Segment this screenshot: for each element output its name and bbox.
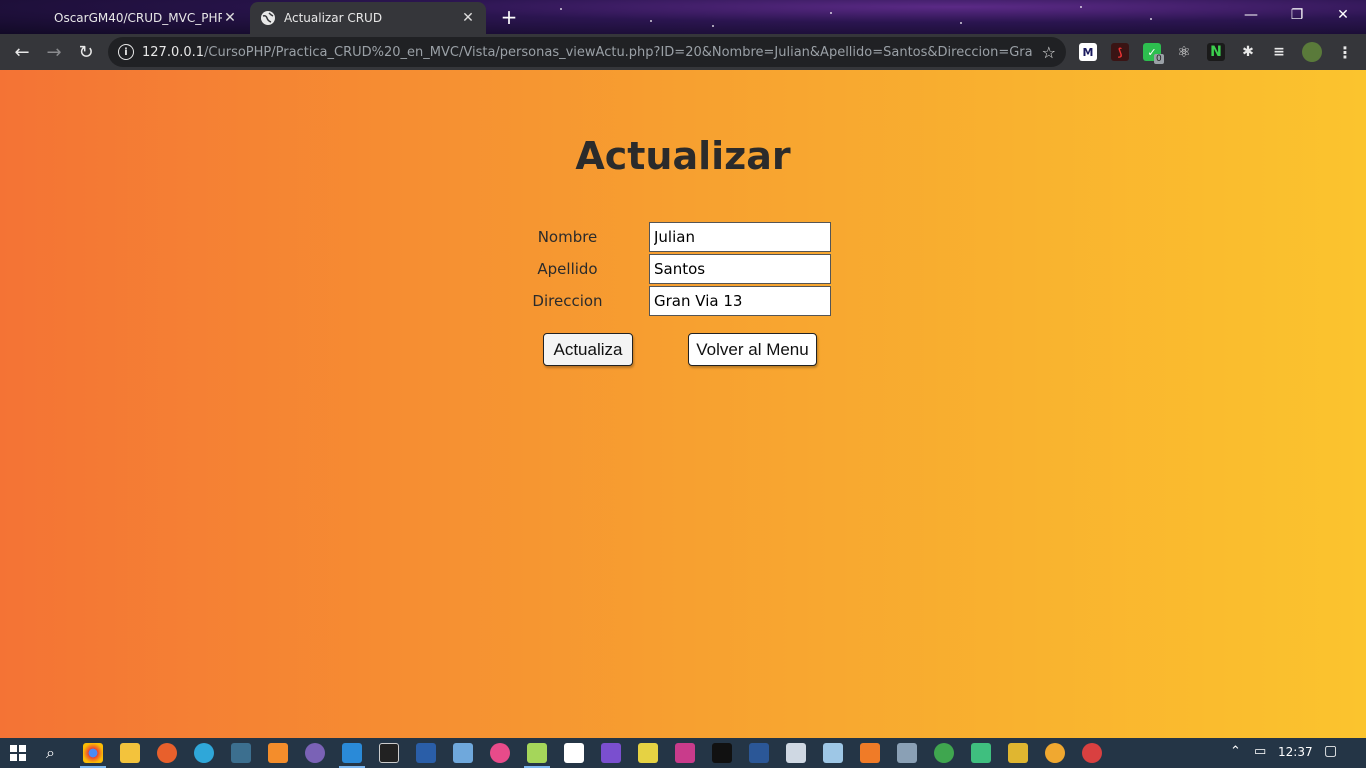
reload-button[interactable]: ↻: [72, 38, 100, 66]
form-row-nombre: Nombre: [520, 222, 840, 252]
restore-button[interactable]: ❐: [1274, 0, 1320, 30]
terminal-icon[interactable]: [379, 743, 399, 763]
extension-m-icon[interactable]: M: [1079, 43, 1097, 61]
nombre-label: Nombre: [537, 228, 598, 246]
close-tab-icon[interactable]: ✕: [460, 10, 476, 26]
image-viewer-icon[interactable]: [823, 743, 843, 763]
new-tab-button[interactable]: +: [496, 5, 522, 29]
back-button[interactable]: ←: [8, 38, 36, 66]
mysql-workbench-icon[interactable]: [231, 743, 251, 763]
nombre-input[interactable]: [649, 222, 831, 252]
box-app-icon[interactable]: [786, 743, 806, 763]
app-hexagon-icon[interactable]: [1045, 743, 1065, 763]
browser-toolbar: ← → ↻ i 127.0.0.1/CursoPHP/Practica_CRUD…: [0, 34, 1366, 70]
close-tab-icon[interactable]: ✕: [222, 10, 238, 26]
form-row-apellido: Apellido: [520, 254, 840, 284]
github-favicon-icon: [30, 10, 46, 26]
close-window-button[interactable]: ✕: [1320, 0, 1366, 30]
firefox-icon[interactable]: [157, 743, 177, 763]
word-icon[interactable]: [749, 743, 769, 763]
update-button[interactable]: Actualiza: [543, 333, 633, 366]
browser-menu-icon[interactable]: ⋮: [1336, 43, 1354, 62]
media-control-icon[interactable]: ≡: [1270, 43, 1288, 61]
chrome-taskbar-icon[interactable]: [83, 743, 103, 763]
unity-icon[interactable]: [564, 743, 584, 763]
tab-strip: OscarGM40/CRUD_MVC_PHP-Sa ✕ Actualizar C…: [0, 0, 1366, 34]
react-devtools-icon[interactable]: ⚛: [1175, 43, 1193, 61]
form-row-direccion: Direccion: [520, 286, 840, 316]
paint-drop-icon[interactable]: [490, 743, 510, 763]
app-target-icon[interactable]: [1082, 743, 1102, 763]
vscode-icon[interactable]: [342, 743, 362, 763]
app-yellow-icon[interactable]: [1008, 743, 1028, 763]
mongodb-icon[interactable]: [934, 743, 954, 763]
search-icon[interactable]: ⌕: [46, 743, 55, 763]
address-bar[interactable]: i 127.0.0.1/CursoPHP/Practica_CRUD%20_en…: [108, 37, 1066, 67]
extension-badge: 0: [1154, 54, 1164, 64]
forward-button[interactable]: →: [40, 38, 68, 66]
file-explorer-icon[interactable]: [120, 743, 140, 763]
extensions-puzzle-icon[interactable]: ✱: [1239, 43, 1257, 61]
notepad-plus-icon[interactable]: [527, 743, 547, 763]
android-studio-icon[interactable]: [971, 743, 991, 763]
extension-n-icon[interactable]: N: [1207, 43, 1225, 61]
apellido-input[interactable]: [649, 254, 831, 284]
virtualbox-icon[interactable]: [453, 743, 473, 763]
tab-title: Actualizar CRUD: [284, 11, 383, 25]
tab-title: OscarGM40/CRUD_MVC_PHP-Sa: [54, 11, 222, 25]
page-content: Actualizar Nombre Apellido Direccion Act…: [0, 70, 1366, 738]
intellij-icon[interactable]: [712, 743, 732, 763]
back-to-menu-button[interactable]: Volver al Menu: [688, 333, 817, 366]
sublime-text-icon[interactable]: [268, 743, 288, 763]
url-path: /CursoPHP/Practica_CRUD%20_en_MVC/Vista/…: [204, 44, 1032, 60]
tab-github[interactable]: OscarGM40/CRUD_MVC_PHP-Sa ✕: [20, 2, 248, 34]
minimize-button[interactable]: —: [1228, 0, 1274, 30]
info-icon[interactable]: i: [118, 44, 134, 60]
app-pink-icon[interactable]: [675, 743, 695, 763]
eclipse-icon[interactable]: [305, 743, 325, 763]
direccion-label: Direccion: [532, 292, 603, 310]
app-gears-icon[interactable]: [897, 743, 917, 763]
url-host: 127.0.0.1: [142, 44, 205, 60]
powershell-icon[interactable]: [416, 743, 436, 763]
windows-taskbar: ⌕ ⌃ ▭ 12:37 ▢: [0, 738, 1366, 768]
visual-studio-icon[interactable]: [601, 743, 621, 763]
xampp-icon[interactable]: [860, 743, 880, 763]
globe-icon: [261, 11, 275, 25]
chevron-up-icon[interactable]: ⌃: [1230, 744, 1241, 759]
notifications-icon[interactable]: ▢: [1324, 743, 1337, 759]
edge-icon[interactable]: [194, 743, 214, 763]
page-title: Actualizar: [575, 134, 791, 178]
apellido-label: Apellido: [537, 260, 598, 278]
profile-avatar[interactable]: [1302, 42, 1322, 62]
bookmark-star-icon[interactable]: ☆: [1042, 43, 1056, 62]
app-cube-icon[interactable]: [638, 743, 658, 763]
taskbar-clock[interactable]: 12:37: [1278, 745, 1313, 759]
tab-actualizar-crud[interactable]: Actualizar CRUD ✕: [250, 2, 486, 34]
direccion-input[interactable]: [649, 286, 831, 316]
windows-start-icon[interactable]: [10, 745, 26, 761]
pdf-extension-icon[interactable]: ⟆: [1111, 43, 1129, 61]
url-text[interactable]: 127.0.0.1/CursoPHP/Practica_CRUD%20_en_M…: [142, 45, 1032, 60]
network-icon[interactable]: ▭: [1254, 744, 1266, 759]
